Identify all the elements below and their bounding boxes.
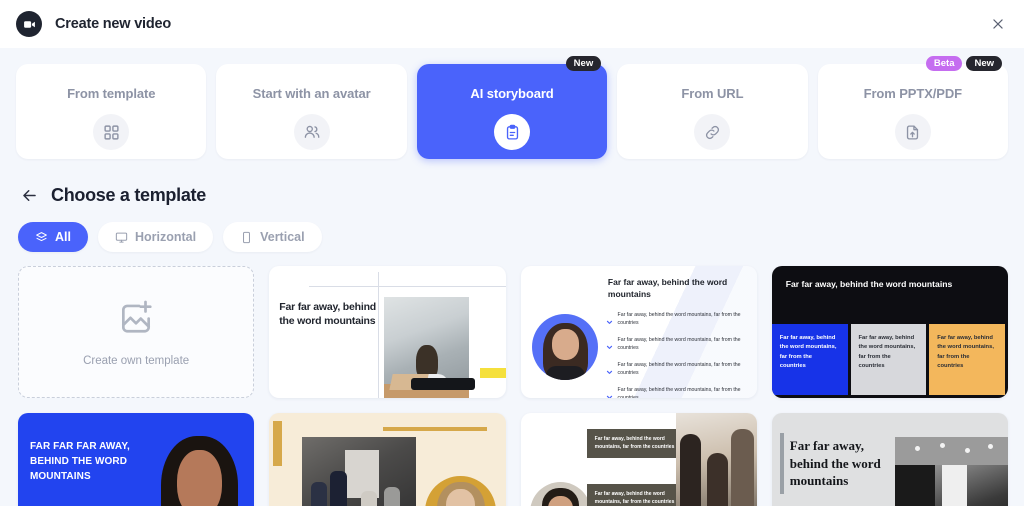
template-card-6[interactable] [269, 413, 506, 506]
image-plus-icon [117, 298, 155, 341]
mode-card-start-with-an-avatar[interactable]: Start with an avatar [216, 64, 407, 159]
mode-card-from-url[interactable]: From URL [617, 64, 808, 159]
template-column: Far far away, behind the word mountains,… [929, 324, 1005, 395]
template-card-create-own[interactable]: Create own template [18, 266, 255, 398]
template-card-2[interactable]: Far far away, behind the word mountains [269, 266, 506, 398]
mode-card-from-template[interactable]: From template [16, 64, 207, 159]
link-icon [694, 114, 731, 150]
filter-label: Horizontal [134, 230, 197, 244]
divider [309, 286, 506, 287]
template-photo [676, 413, 757, 506]
modal-header: Create new video [0, 0, 1024, 48]
avatar [532, 313, 599, 380]
badge-group: Beta New [925, 56, 1003, 72]
template-card-5[interactable]: FAR FAR FAR AWAY, BEHIND THE WORD MOUNTA… [18, 413, 255, 506]
template-photo [160, 429, 240, 506]
bullet-text: Far far away, behind the word mountains,… [617, 387, 741, 398]
template-heading: Far far away, behind the word mountains [789, 438, 881, 489]
bullet-text: Far far away, behind the word mountains,… [617, 337, 741, 351]
close-icon[interactable] [984, 10, 1012, 38]
phone-icon [240, 231, 253, 244]
template-heading: Far far away, behind the word mountains [279, 301, 376, 328]
template-card-4[interactable]: Far far away, behind the word mountains … [771, 266, 1008, 398]
grid-squares-icon [93, 114, 130, 150]
template-column: Far far away, behind the word mountains,… [771, 324, 848, 395]
section-title: Choose a template [51, 185, 206, 205]
template-heading: FAR FAR FAR AWAY, BEHIND THE WORD MOUNTA… [30, 441, 130, 482]
template-grid: Create own template Far far away, behind… [0, 252, 1024, 506]
template-accent-line [382, 427, 487, 431]
list-item: Far far away, behind the word mountains,… [606, 387, 745, 398]
template-heading: Far far away, behind the word mountains [607, 277, 728, 300]
choose-template-header: Choose a template [0, 159, 1024, 206]
filter-pill-all[interactable]: All [18, 222, 88, 252]
template-column: Far far away, behind the word mountains,… [850, 324, 927, 395]
status-badge-beta: Beta [925, 56, 963, 72]
filter-pill-horizontal[interactable]: Horizontal [97, 222, 214, 252]
filter-pill-vertical[interactable]: Vertical [223, 222, 322, 252]
template-accent-bar [479, 367, 506, 379]
layers-icon [35, 231, 48, 244]
chevron-down-icon [606, 388, 613, 398]
avatar [425, 476, 497, 506]
monitor-icon [115, 231, 128, 244]
filter-label: Vertical [260, 230, 305, 244]
chevron-down-icon [606, 338, 613, 356]
template-photo [302, 436, 416, 506]
mode-card-ai-storyboard[interactable]: New AI storyboard [416, 56, 608, 159]
template-photo [894, 436, 1008, 506]
filter-label: All [55, 230, 71, 244]
template-card-8[interactable]: Far far away, behind the word mountains [771, 413, 1008, 506]
file-upload-icon [894, 114, 931, 150]
chevron-down-icon [606, 313, 613, 331]
template-card-label: Create own template [83, 354, 190, 367]
bullet-text: Far far away, behind the word mountains,… [617, 312, 741, 326]
mode-label: From template [67, 86, 156, 101]
bullet-text: Far far away, behind the word mountains,… [617, 362, 741, 376]
mode-label: Start with an avatar [252, 86, 371, 101]
template-filter-group: All Horizontal Vertical [0, 206, 1024, 252]
template-accent-bar [779, 433, 784, 494]
avatar [529, 481, 592, 506]
video-camera-icon [16, 11, 42, 37]
people-icon [293, 114, 330, 150]
template-card-7[interactable]: Far far away, behind the word mountains,… [520, 413, 757, 506]
mode-label: From PPTX/PDF [863, 86, 963, 101]
status-badge-new: New [565, 56, 602, 72]
divider [377, 272, 379, 398]
creation-mode-tabs: From template Start with an avatar New A… [0, 48, 1024, 159]
list-item: Far far away, behind the word mountains,… [606, 362, 745, 381]
template-accent-block [411, 378, 475, 391]
template-bullet-list: Far far away, behind the word mountains,… [606, 312, 745, 398]
mode-label: AI storyboard [470, 86, 554, 101]
template-heading: Far far away, behind the word mountains [785, 279, 953, 289]
arrow-left-icon[interactable] [20, 186, 39, 205]
chevron-down-icon [606, 363, 613, 381]
mode-card-from-pptx-pdf[interactable]: Beta New From PPTX/PDF [817, 56, 1009, 159]
mode-label: From URL [681, 86, 744, 101]
template-columns: Far far away, behind the word mountains,… [771, 324, 1008, 398]
list-item: Far far away, behind the word mountains,… [606, 337, 745, 356]
clipboard-icon [494, 114, 531, 150]
badge-group: New [565, 56, 602, 72]
status-badge-new: New [966, 56, 1003, 72]
list-item: Far far away, behind the word mountains,… [606, 312, 745, 331]
create-new-video-modal: Create new video From template Start wit… [0, 0, 1024, 506]
page-title: Create new video [55, 16, 172, 32]
template-card-3[interactable]: Far far away, behind the word mountains … [520, 266, 757, 398]
template-accent-bar [273, 421, 283, 466]
